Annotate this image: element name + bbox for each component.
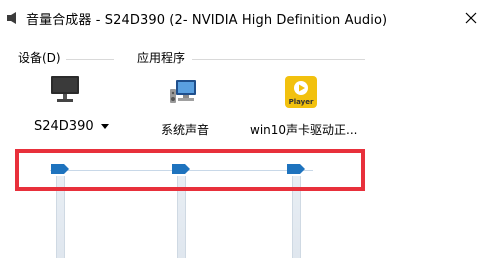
system-sounds-button[interactable]	[168, 75, 202, 109]
device-section-label: 设备(D)	[18, 51, 61, 65]
divider	[192, 59, 365, 60]
divider	[66, 59, 114, 60]
device-icon-button[interactable]	[48, 74, 82, 106]
app-label-player: win10声卡驱动正...	[250, 123, 358, 137]
player-app-button[interactable]: Player	[284, 75, 318, 109]
player-icon-text: Player	[289, 98, 314, 106]
window-title: 音量合成器 - S24D390 (2- NVIDIA High Definiti…	[26, 13, 388, 28]
title-bar: 音量合成器 - S24D390 (2- NVIDIA High Definiti…	[0, 0, 485, 36]
volume-mixer-window: 音量合成器 - S24D390 (2- NVIDIA High Definiti…	[0, 0, 485, 258]
highlight-annotation	[15, 149, 365, 191]
monitor-icon	[51, 76, 79, 102]
speaker-icon	[7, 12, 16, 24]
app-label-system-sounds: 系统声音	[161, 123, 210, 137]
device-selector[interactable]: S24D390	[34, 119, 94, 134]
apps-section-label: 应用程序	[137, 51, 186, 65]
close-button[interactable]	[457, 4, 485, 32]
system-sounds-icon	[170, 80, 196, 103]
chevron-down-icon[interactable]	[101, 124, 109, 129]
close-icon	[465, 12, 477, 24]
player-icon: Player	[285, 76, 317, 108]
